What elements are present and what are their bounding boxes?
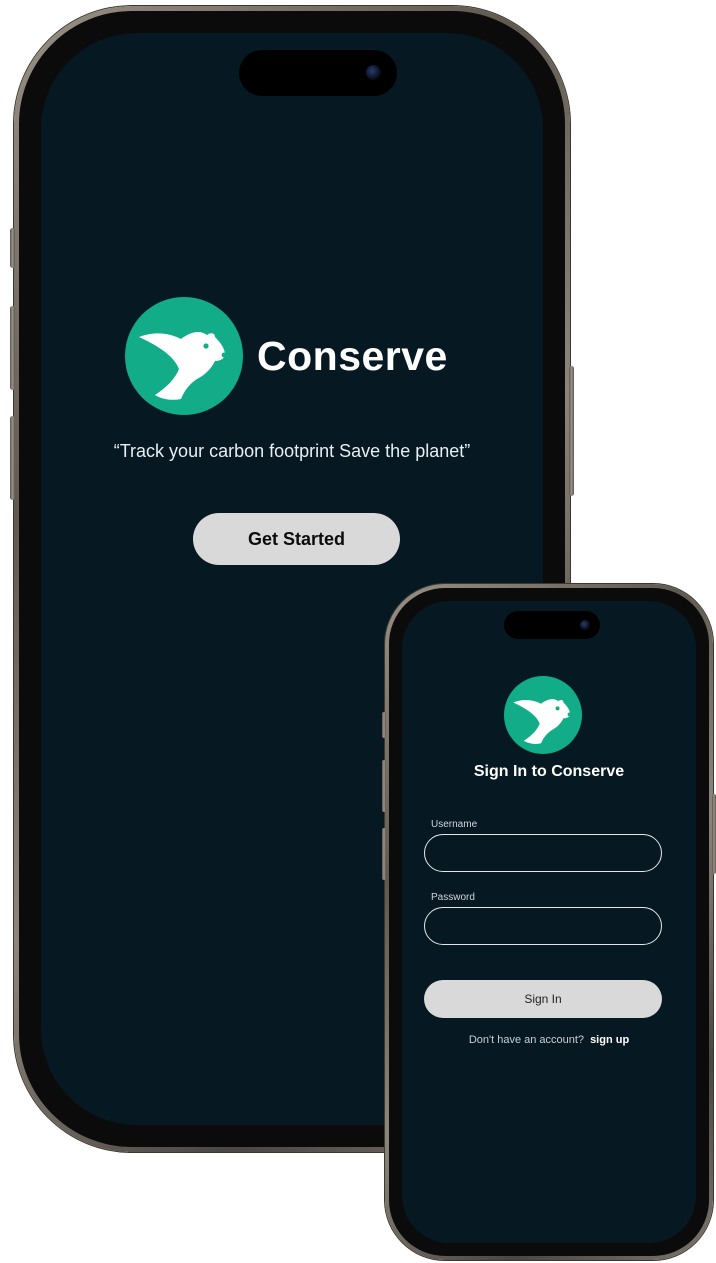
tagline: “Track your carbon footprint Save the pl… xyxy=(113,441,471,461)
volume-up-button xyxy=(10,306,15,390)
brand-name: Conserve xyxy=(257,332,448,379)
volume-up-button xyxy=(382,760,386,812)
sign-in-button[interactable]: Sign In xyxy=(424,980,662,1018)
power-button xyxy=(569,366,574,496)
dynamic-island xyxy=(239,50,397,96)
username-label: Username xyxy=(431,819,478,830)
signin-title: Sign In to Conserve xyxy=(473,763,625,780)
volume-down-button xyxy=(382,828,386,880)
front-camera-icon xyxy=(366,65,381,80)
password-input[interactable] xyxy=(424,907,662,945)
bear-logo-icon xyxy=(504,676,582,754)
dynamic-island xyxy=(504,611,600,639)
volume-down-button xyxy=(10,416,15,500)
action-button xyxy=(382,712,386,738)
bear-logo-icon xyxy=(125,297,243,415)
signin-screen: Sign In to Conserve Username Password Si… xyxy=(402,601,696,1243)
phone-signin-device: Sign In to Conserve Username Password Si… xyxy=(382,584,716,1260)
password-label: Password xyxy=(431,892,475,903)
mockup-stage: Conserve “Track your carbon footprint Sa… xyxy=(0,0,716,1263)
front-camera-icon xyxy=(580,620,590,630)
phone-bezel: Sign In to Conserve Username Password Si… xyxy=(389,588,709,1256)
sign-up-link[interactable]: sign up xyxy=(590,1034,629,1046)
brand-header: Conserve xyxy=(125,297,448,415)
power-button xyxy=(712,794,716,874)
username-input[interactable] xyxy=(424,834,662,872)
action-button xyxy=(10,228,15,268)
signup-prompt-row: Don't have an account? sign up xyxy=(402,1034,696,1046)
get-started-button[interactable]: Get Started xyxy=(193,513,400,565)
signup-prompt-text: Don't have an account? xyxy=(468,1034,585,1046)
